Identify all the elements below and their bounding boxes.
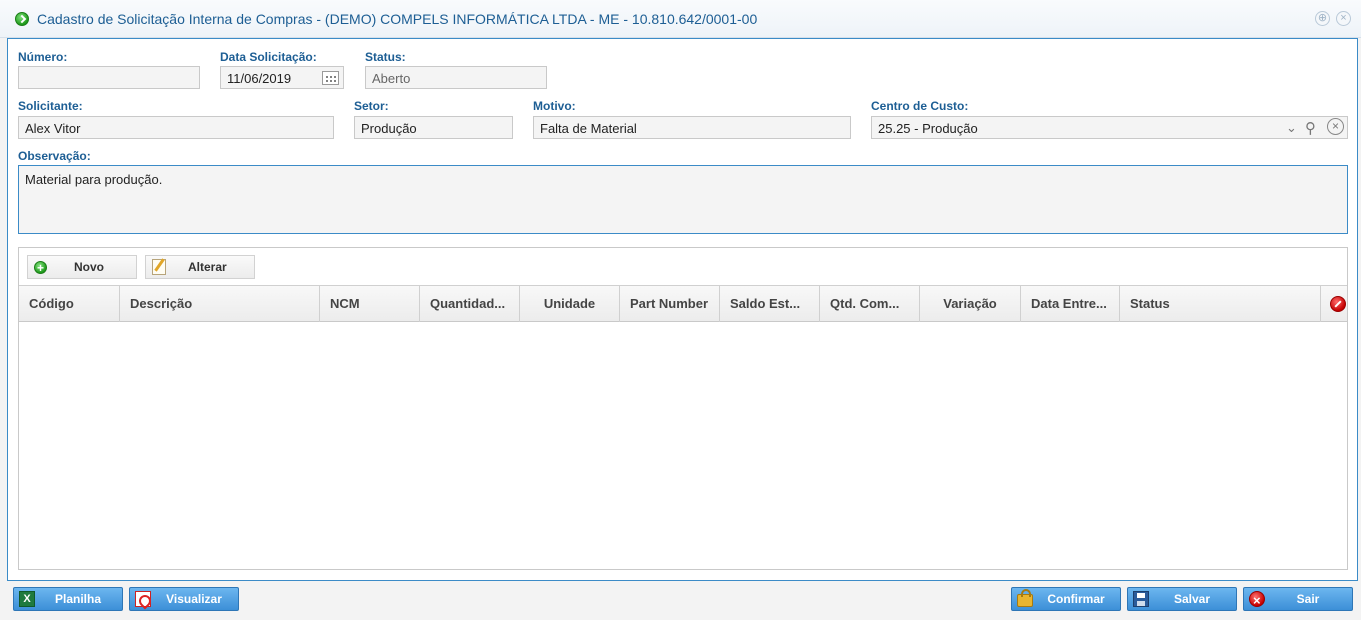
motivo-field[interactable]: Falta de Material [533, 116, 851, 139]
save-icon [1133, 591, 1149, 607]
centro-custo-value: 25.25 - Produção [878, 121, 978, 136]
window-title: Cadastro de Solicitação Interna de Compr… [37, 11, 758, 27]
salvar-label: Salvar [1173, 592, 1211, 606]
column-header[interactable]: Código [19, 286, 120, 322]
items-grid: Novo Alterar Código Descrição NCM Quanti… [18, 247, 1348, 570]
data-solicitacao-label: Data Solicitação: [220, 50, 317, 64]
column-header[interactable]: Variação [920, 286, 1021, 322]
add-icon [15, 12, 29, 26]
visualizar-label: Visualizar [166, 592, 222, 606]
add-icon [34, 257, 47, 279]
confirmar-label: Confirmar [1047, 592, 1105, 606]
setor-field[interactable]: Produção [354, 116, 513, 139]
search-icon[interactable]: ⚲ [1305, 119, 1316, 137]
column-header[interactable]: Descrição [120, 286, 320, 322]
setor-label: Setor: [354, 99, 389, 113]
column-header[interactable]: Quantidad... [420, 286, 520, 322]
status-label: Status: [365, 50, 406, 64]
numero-field[interactable] [18, 66, 200, 89]
numero-label: Número: [18, 50, 68, 64]
novo-label: Novo [74, 260, 104, 274]
observacao-textarea[interactable]: Material para produção. [18, 165, 1348, 234]
data-solicitacao-field[interactable]: 11/06/2019 [220, 66, 344, 89]
column-header[interactable]: Part Number [620, 286, 720, 322]
visualizar-button[interactable]: Visualizar [129, 587, 239, 611]
confirmar-button[interactable]: Confirmar [1011, 587, 1121, 611]
form-panel: Número: Data Solicitação: 11/06/2019 Sta… [7, 38, 1358, 581]
remove-icon[interactable] [1330, 296, 1346, 312]
planilha-label: Planilha [54, 592, 101, 606]
sair-label: Sair [1296, 592, 1320, 606]
column-header[interactable]: Qtd. Com... [820, 286, 920, 322]
close-icon[interactable]: × [1336, 11, 1351, 26]
column-header[interactable]: Data Entre... [1021, 286, 1120, 322]
maximize-icon[interactable]: ⊕ [1315, 11, 1330, 26]
pdf-icon [135, 591, 151, 607]
salvar-button[interactable]: Salvar [1127, 587, 1237, 611]
column-header[interactable]: Status [1120, 286, 1321, 322]
solicitante-field[interactable]: Alex Vitor [18, 116, 334, 139]
alterar-button[interactable]: Alterar [145, 255, 255, 279]
status-field: Aberto [365, 66, 547, 89]
novo-button[interactable]: Novo [27, 255, 137, 279]
centro-custo-field[interactable]: 25.25 - Produção ⌄ ⚲ × [871, 116, 1348, 139]
lock-icon [1017, 589, 1033, 607]
exit-icon [1249, 590, 1265, 612]
excel-icon: X [19, 591, 35, 607]
observacao-label: Observação: [18, 149, 91, 163]
alterar-label: Alterar [188, 260, 227, 274]
clear-icon[interactable]: × [1327, 118, 1344, 135]
grid-header: Código Descrição NCM Quantidad... Unidad… [19, 285, 1347, 322]
column-header[interactable]: NCM [320, 286, 420, 322]
calendar-icon[interactable] [322, 71, 339, 85]
chevron-down-icon[interactable]: ⌄ [1286, 120, 1297, 136]
sair-button[interactable]: Sair [1243, 587, 1353, 612]
window-titlebar: Cadastro de Solicitação Interna de Compr… [0, 0, 1361, 38]
data-solicitacao-value: 11/06/2019 [227, 71, 292, 86]
planilha-button[interactable]: X Planilha [13, 587, 123, 611]
column-header[interactable]: Saldo Est... [720, 286, 820, 322]
centro-custo-label: Centro de Custo: [871, 99, 969, 113]
motivo-label: Motivo: [533, 99, 576, 113]
edit-icon [152, 259, 166, 275]
solicitante-label: Solicitante: [18, 99, 83, 113]
column-header[interactable]: Unidade [520, 286, 620, 322]
